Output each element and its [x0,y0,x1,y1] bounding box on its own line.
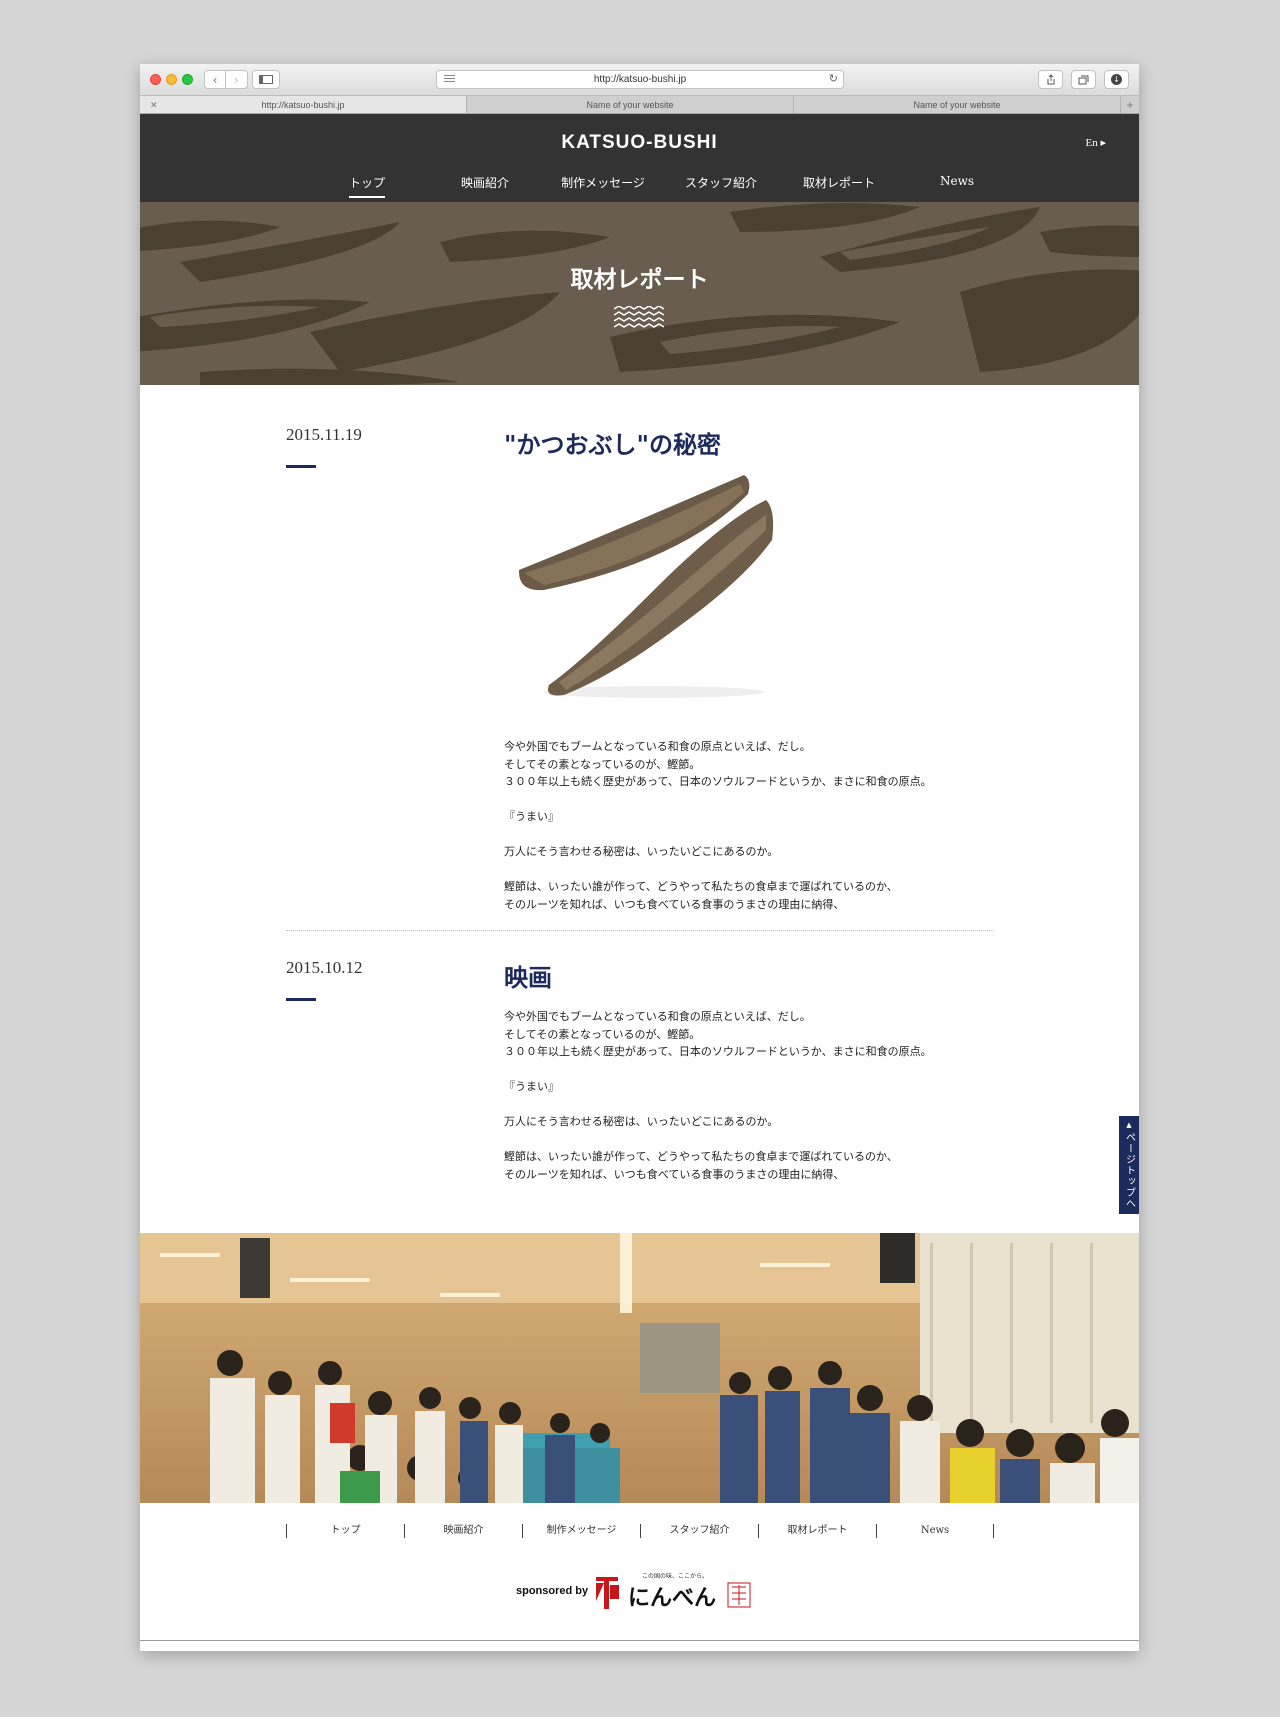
browser-window: ‹ › http://katsuo-bushi.jp ↻ ↓ ✕ http://… [140,64,1139,1651]
page-top-label: ページトップへ [1123,1132,1135,1209]
nav-item-film[interactable]: 映画紹介 [426,174,544,191]
page-title: 取材レポート [570,266,709,293]
tab-label: Name of your website [913,100,1001,110]
post-body: 今や外国でもブームとなっている和食の原点といえば、だし。 そしてその素となってい… [504,740,932,911]
post-title[interactable]: "かつおぶし"の秘密 [504,425,721,460]
post-date: 2015.10.12 [286,958,363,977]
tabs-icon [1078,75,1089,84]
tab-label: http://katsuo-bushi.jp [261,100,345,110]
close-window-button[interactable] [150,74,161,85]
minimize-window-button[interactable] [166,74,177,85]
nav-item-top[interactable]: トップ [308,174,426,198]
nav-item-message[interactable]: 制作メッセージ [544,174,662,191]
footer-nav-news[interactable]: News [876,1524,994,1538]
reload-icon[interactable]: ↻ [829,71,838,88]
sponsor-tagline: この国の味、ここから。 [642,1572,708,1580]
reader-icon[interactable] [444,75,455,84]
tab-bar: ✕ http://katsuo-bushi.jp Name of your we… [140,96,1139,114]
window-controls [150,74,193,85]
chevron-left-icon: ‹ [212,72,218,87]
footer-nav-message[interactable]: 制作メッセージ [522,1524,640,1538]
back-button[interactable]: ‹ [204,70,226,89]
tab-website-2[interactable]: Name of your website [467,96,794,113]
footer-nav-staff[interactable]: スタッフ紹介 [640,1524,758,1538]
auction-hall-image [140,1233,1139,1503]
downloads-button[interactable]: ↓ [1104,70,1129,89]
nav-item-staff[interactable]: スタッフ紹介 [662,174,780,191]
post-body: 今や外国でもブームとなっている和食の原点といえば、だし。 そしてその素となってい… [504,1010,932,1181]
new-tab-button[interactable]: + [1121,96,1139,113]
hero-banner: 取材レポート [140,202,1139,385]
browser-toolbar: ‹ › http://katsuo-bushi.jp ↻ ↓ [140,64,1139,96]
auction-photo [140,1233,1139,1503]
footer-nav: トップ 映画紹介 制作メッセージ スタッフ紹介 取材レポート News [286,1524,994,1538]
date-underline [286,465,316,468]
post-title[interactable]: 映画 [504,958,552,993]
tab-website-3[interactable]: Name of your website [794,96,1121,113]
main-nav: トップ 映画紹介 制作メッセージ スタッフ紹介 取材レポート News [308,174,1016,198]
sidebar-icon [259,75,273,84]
sponsor-name: にんべん [628,1586,716,1611]
close-tab-icon[interactable]: ✕ [150,96,158,114]
arrow-up-icon: ▲ [1126,1121,1132,1129]
ninben-logo[interactable]: にんべん この国の味、ここから。 [594,1571,754,1611]
tabs-overview-button[interactable] [1071,70,1096,89]
site-logo[interactable]: KATSUO-BUSHI [140,132,1139,154]
nav-item-report[interactable]: 取材レポート [780,174,898,191]
site-header: KATSUO-BUSHI En ▸ トップ 映画紹介 制作メッセージ スタッフ紹… [140,114,1139,202]
share-button[interactable] [1038,70,1063,89]
download-icon: ↓ [1111,74,1122,85]
sponsored-by-label: sponsored by [516,1585,589,1597]
post-date: 2015.11.19 [286,425,362,444]
nav-item-news[interactable]: News [898,174,1016,191]
chevron-right-icon: › [234,72,239,87]
forward-button[interactable]: › [226,70,248,89]
url-text: http://katsuo-bushi.jp [593,74,687,85]
address-bar[interactable]: http://katsuo-bushi.jp ↻ [436,70,844,89]
page-bottom-rule [140,1640,1139,1641]
katsuobushi-photo [504,470,788,707]
seal-marks [732,1585,747,1605]
footer-nav-report[interactable]: 取材レポート [758,1524,876,1538]
history-buttons: ‹ › [204,70,248,89]
language-switch[interactable]: En ▸ [1086,136,1107,149]
footer-nav-film[interactable]: 映画紹介 [404,1524,522,1538]
wave-icon [614,306,664,328]
report-list: 2015.11.19 "かつおぶし"の秘密 今や外国でもブームとなっている和食の… [140,385,1139,1233]
toolbar-right: ↓ [1038,70,1129,89]
zoom-window-button[interactable] [182,74,193,85]
share-icon [1047,74,1054,85]
footer-nav-top[interactable]: トップ [286,1524,404,1538]
sponsor-block: sponsored by にんべん この国の味、ここから。 [516,1571,754,1611]
date-underline [286,998,316,1001]
sidebar-toggle-button[interactable] [252,70,280,89]
post-divider [286,930,994,931]
tab-katsuo-bushi[interactable]: ✕ http://katsuo-bushi.jp [140,96,467,113]
page-top-button[interactable]: ▲ ページトップへ [1119,1116,1139,1214]
tab-label: Name of your website [586,100,674,110]
